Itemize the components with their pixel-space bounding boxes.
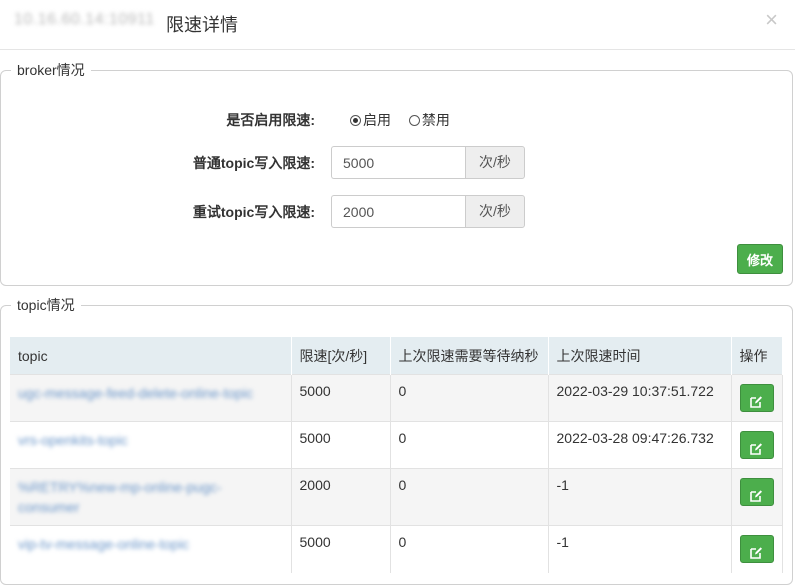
table-row: ugc-message-feed-delete-online-topic 500… [10, 374, 783, 422]
edit-icon [750, 546, 762, 559]
wait-cell: 0 [390, 421, 549, 469]
edit-button[interactable] [739, 384, 774, 412]
enable-limit-label: 是否启用限速: [226, 112, 315, 128]
action-cell [731, 525, 783, 573]
topic-name-cell: ugc-message-feed-delete-online-topic [10, 374, 292, 422]
topic-name: vip-tv-message-online-topic [18, 536, 190, 552]
enable-limit-row: 是否启用限速: 启用 禁用 [0, 103, 793, 137]
broker-section-legend: broker情况 [17, 62, 85, 78]
wait-cell: 0 [390, 468, 549, 526]
table-row: vrs-openkits-topic 5000 0 2022-03-28 09:… [10, 421, 783, 469]
retry-limit-label: 重试topic写入限速: [192, 204, 315, 220]
action-cell [731, 374, 783, 422]
topic-name: %RETRY%new-mp-online-pugc-consumer [18, 479, 222, 515]
topic-name-cell: vip-tv-message-online-topic [10, 525, 292, 573]
wait-cell: 0 [390, 525, 549, 573]
time-cell: 2022-03-28 09:47:26.732 [548, 421, 732, 469]
enable-radio-dot[interactable] [350, 114, 361, 126]
column-header-time: 上次限速时间 [548, 337, 732, 375]
table-row: vip-tv-message-online-topic 5000 0 -1 [10, 525, 783, 573]
topic-name: ugc-message-feed-delete-online-topic [18, 385, 254, 401]
retry-limit-row: 重试topic写入限速: 次/秒 [0, 195, 793, 229]
modal-title: 限速详情 [166, 15, 238, 35]
retry-limit-unit: 次/秒 [465, 195, 525, 228]
time-cell: 2022-03-29 10:37:51.722 [548, 374, 732, 422]
time-cell: -1 [548, 468, 732, 526]
topic-section-legend: topic情况 [17, 297, 75, 313]
enable-radio-label: 启用 [363, 112, 391, 128]
normal-limit-input[interactable] [331, 146, 466, 179]
enable-radio[interactable]: 启用 [350, 103, 391, 137]
enable-limit-radio-group: 启用 禁用 [350, 103, 464, 138]
column-header-wait: 上次限速需要等待纳秒 [390, 337, 549, 375]
action-cell [731, 468, 783, 526]
topic-name-cell: %RETRY%new-mp-online-pugc-consumer [10, 468, 292, 526]
normal-limit-row: 普通topic写入限速: 次/秒 [0, 146, 793, 180]
topic-name-cell: vrs-openkits-topic [10, 421, 292, 469]
topic-table: topic 限速[次/秒] 上次限速需要等待纳秒 上次限速时间 操作 ugc-m… [10, 337, 783, 573]
column-header-topic: topic [10, 337, 292, 375]
retry-limit-input[interactable] [331, 195, 466, 228]
retry-limit-input-group: 次/秒 [331, 195, 525, 228]
close-icon[interactable]: × [765, 9, 778, 31]
limit-cell: 5000 [291, 421, 391, 469]
edit-button[interactable] [739, 535, 774, 563]
column-header-action: 操作 [731, 337, 783, 375]
time-cell: -1 [548, 525, 732, 573]
normal-limit-unit: 次/秒 [465, 146, 525, 179]
normal-limit-label: 普通topic写入限速: [192, 155, 315, 171]
edit-icon [750, 442, 762, 455]
edit-button[interactable] [739, 478, 774, 506]
disable-radio-label: 禁用 [421, 112, 450, 128]
normal-limit-input-group: 次/秒 [331, 146, 525, 179]
column-header-limit: 限速[次/秒] [291, 337, 391, 375]
broker-address: 10.16.60.14:10911 [14, 11, 155, 28]
disable-radio[interactable]: 禁用 [408, 103, 450, 137]
edit-icon [750, 395, 762, 408]
limit-cell: 2000 [291, 468, 391, 526]
save-button[interactable]: 修改 [737, 244, 783, 274]
limit-cell: 5000 [291, 525, 391, 573]
table-row: %RETRY%new-mp-online-pugc-consumer 2000 … [10, 468, 783, 526]
modal-header: 10.16.60.14:10911 限速详情 × [0, 0, 795, 50]
table-header-row: topic 限速[次/秒] 上次限速需要等待纳秒 上次限速时间 操作 [10, 337, 783, 375]
wait-cell: 0 [390, 374, 549, 422]
action-cell [731, 421, 783, 469]
edit-button[interactable] [739, 431, 774, 459]
limit-cell: 5000 [291, 374, 391, 422]
topic-name: vrs-openkits-topic [18, 432, 128, 448]
disable-radio-dot[interactable] [408, 114, 420, 126]
edit-icon [750, 489, 762, 502]
